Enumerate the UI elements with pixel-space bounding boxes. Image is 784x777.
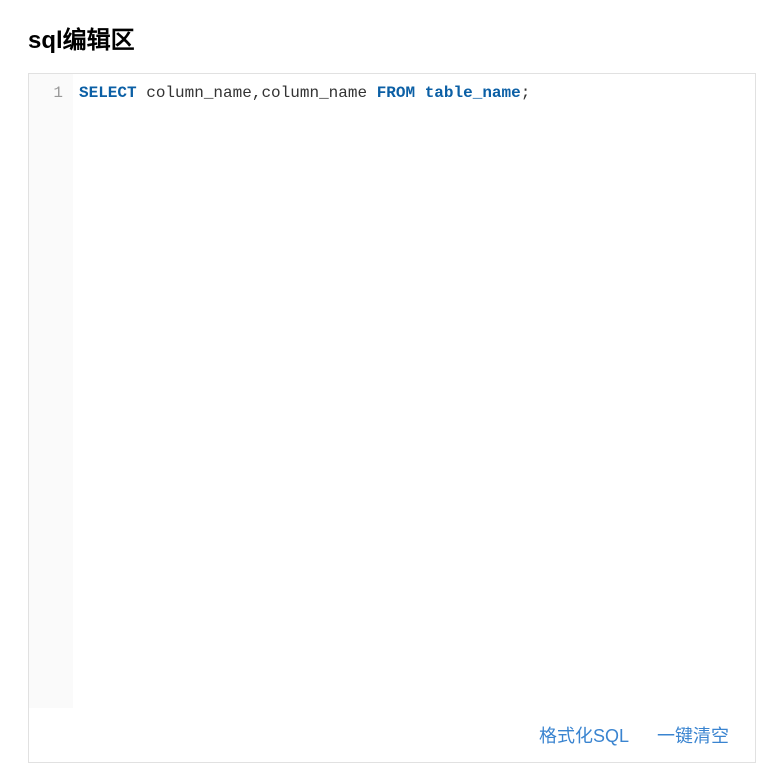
sql-editor-container: 1 SELECT column_name,column_name FROM ta… [28, 73, 756, 763]
page-title: sql编辑区 [28, 20, 756, 55]
code-line: SELECT column_name,column_name FROM tabl… [79, 81, 755, 105]
token-ident: column_name [146, 84, 252, 102]
token-punct: ; [521, 84, 531, 102]
token-keyword: FROM [377, 84, 415, 102]
code-area: 1 SELECT column_name,column_name FROM ta… [29, 74, 755, 708]
format-sql-button[interactable]: 格式化SQL [539, 722, 629, 748]
clear-button[interactable]: 一键清空 [657, 722, 729, 748]
token-keyword: table_name [425, 84, 521, 102]
token-keyword: SELECT [79, 84, 137, 102]
token-ident: column_name [261, 84, 367, 102]
button-bar: 格式化SQL 一键清空 [29, 708, 755, 762]
gutter: 1 [29, 74, 73, 708]
token-punct: , [252, 84, 262, 102]
line-number: 1 [29, 81, 73, 105]
code-editor[interactable]: SELECT column_name,column_name FROM tabl… [73, 74, 755, 708]
